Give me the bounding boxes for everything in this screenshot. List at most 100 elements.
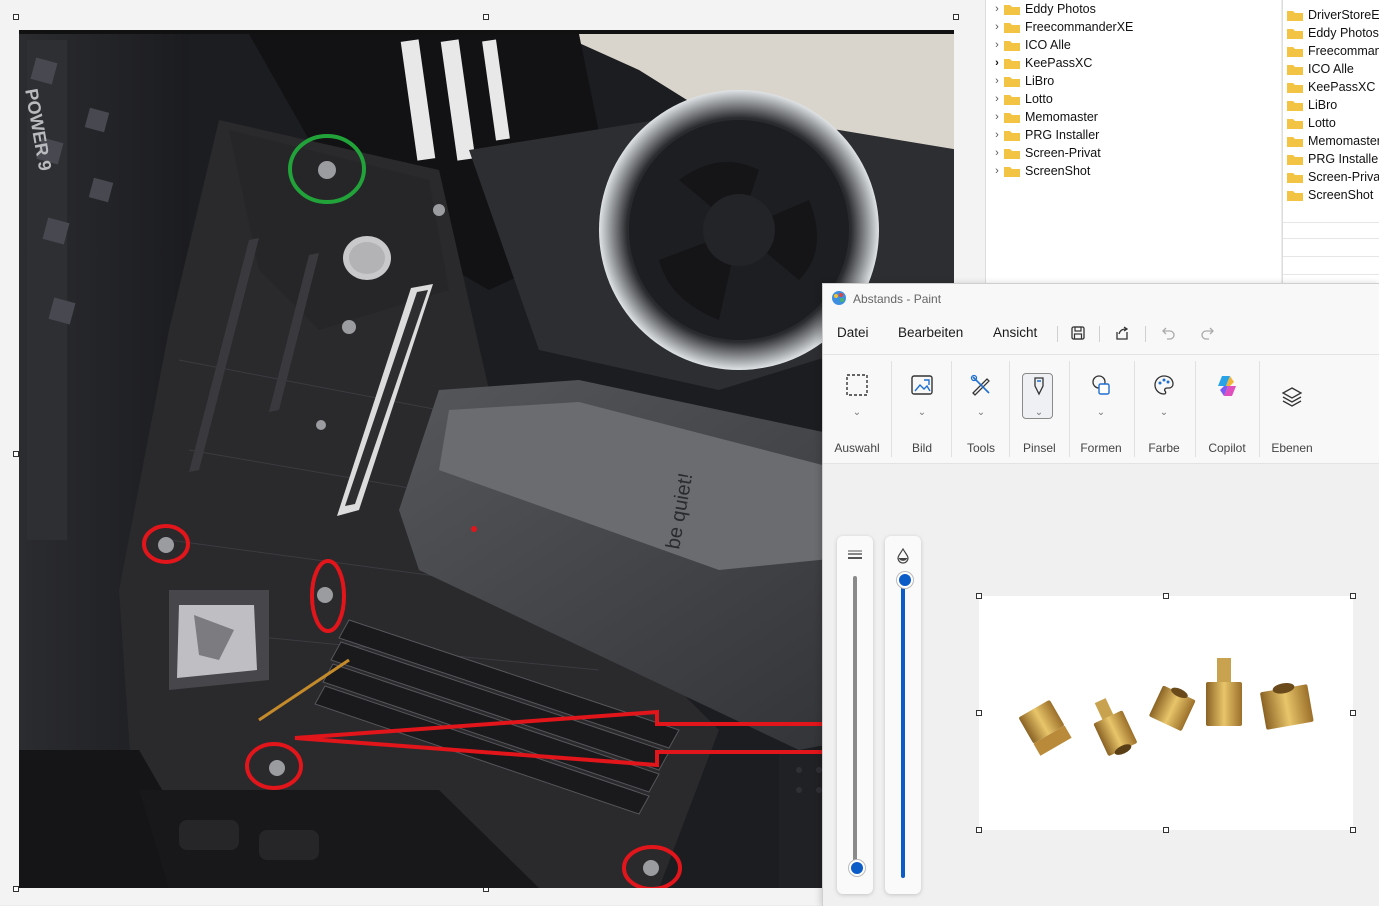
list-item[interactable]: Eddy Photos [1287, 24, 1379, 42]
opacity-track[interactable] [901, 578, 905, 878]
resize-handle[interactable] [13, 14, 19, 20]
palette-icon[interactable] [1141, 373, 1187, 397]
menu-bar: Datei Bearbeiten Ansicht [823, 318, 1379, 348]
folder-icon [1004, 21, 1020, 33]
resize-handle[interactable] [1350, 593, 1356, 599]
menu-file[interactable]: Datei [837, 318, 869, 348]
list-item[interactable]: DriverStoreEx [1287, 6, 1379, 24]
list-item-label: ICO Alle [1308, 62, 1354, 76]
resize-handle[interactable] [1350, 827, 1356, 833]
save-icon[interactable] [1066, 322, 1090, 344]
divider [1283, 238, 1379, 239]
shapes-label: Formen [1080, 441, 1122, 455]
share-icon[interactable] [1110, 322, 1134, 344]
motherboard-photo: POWER 9 be quiet! [19, 30, 954, 888]
list-item[interactable]: Freecommand [1287, 42, 1379, 60]
list-item-label: Memomaster [1308, 134, 1379, 148]
chevron-right-icon[interactable]: › [990, 129, 1004, 141]
shapes-group[interactable]: ⌄ Formen [1077, 355, 1125, 463]
tools-icon[interactable] [959, 373, 1003, 397]
tools-group[interactable]: ⌄ Tools [959, 355, 1003, 463]
chevron-right-icon[interactable]: › [990, 3, 1004, 15]
menu-edit[interactable]: Bearbeiten [898, 318, 963, 348]
list-item[interactable]: PRG Installer [1287, 150, 1379, 168]
resize-handle[interactable] [976, 593, 982, 599]
brush-size-slider-knob[interactable] [849, 860, 865, 876]
selection-icon[interactable] [829, 373, 885, 397]
chevron-right-icon[interactable]: › [990, 93, 1004, 105]
explorer-tree-panel: › Eddy Photos › FreecommanderXE › ICO Alle … [985, 0, 1281, 283]
brush-group[interactable]: ⌄ Pinsel [1022, 355, 1056, 463]
tree-item[interactable]: › LiBro [990, 72, 1054, 90]
divider [1099, 326, 1100, 342]
copilot-icon[interactable] [1201, 373, 1253, 399]
selection-group[interactable]: ⌄ Auswahl [829, 355, 885, 463]
chevron-right-icon[interactable]: › [990, 165, 1004, 177]
tree-item[interactable]: › Eddy Photos [990, 0, 1096, 18]
standoffs-image[interactable] [979, 596, 1353, 830]
image-icon[interactable] [899, 373, 945, 397]
tree-item[interactable]: › FreecommanderXE [990, 18, 1133, 36]
chevron-right-icon[interactable]: › [990, 57, 1004, 69]
tree-item[interactable]: › KeePassXC [990, 54, 1092, 72]
chevron-right-icon[interactable]: › [990, 75, 1004, 87]
color-group[interactable]: ⌄ Farbe [1141, 355, 1187, 463]
folder-icon [1004, 147, 1020, 159]
tree-item[interactable]: › ScreenShot [990, 162, 1090, 180]
chevron-right-icon[interactable]: › [990, 21, 1004, 33]
folder-icon [1004, 75, 1020, 87]
tree-item-label: Lotto [1025, 92, 1053, 106]
layers-icon[interactable] [1267, 385, 1317, 409]
divider [1057, 326, 1058, 342]
resize-handle[interactable] [953, 14, 959, 20]
copilot-group[interactable]: Copilot [1201, 355, 1253, 463]
image-group[interactable]: ⌄ Bild [899, 355, 945, 463]
resize-handle[interactable] [976, 827, 982, 833]
list-item[interactable]: ICO Alle [1287, 60, 1354, 78]
list-item[interactable]: Lotto [1287, 114, 1336, 132]
list-item[interactable]: Screen-Privat [1287, 168, 1379, 186]
chevron-down-icon[interactable]: ⌄ [1023, 407, 1055, 418]
list-item[interactable]: LiBro [1287, 96, 1337, 114]
menu-view[interactable]: Ansicht [993, 318, 1037, 348]
list-item[interactable]: ScreenShot [1287, 186, 1373, 204]
chevron-down-icon[interactable]: ⌄ [829, 407, 885, 418]
resize-handle[interactable] [976, 710, 982, 716]
brush-size-track[interactable] [853, 576, 857, 866]
layers-group[interactable]: Ebenen [1267, 355, 1317, 463]
resize-handle[interactable] [1163, 827, 1169, 833]
chevron-down-icon[interactable]: ⌄ [959, 407, 1003, 418]
chevron-right-icon[interactable]: › [990, 111, 1004, 123]
undo-icon[interactable] [1156, 322, 1180, 344]
list-item-label: KeePassXC [1308, 80, 1376, 94]
tree-item[interactable]: › Memomaster [990, 108, 1098, 126]
resize-handle[interactable] [483, 14, 489, 20]
list-item[interactable]: KeePassXC [1287, 78, 1375, 96]
folder-icon [1287, 171, 1303, 183]
chevron-down-icon[interactable]: ⌄ [1077, 407, 1125, 418]
tree-item[interactable]: › ICO Alle [990, 36, 1071, 54]
title-bar: Abstands - Paint [823, 284, 1379, 314]
chevron-right-icon[interactable]: › [990, 39, 1004, 51]
resize-handle[interactable] [1350, 710, 1356, 716]
tree-item[interactable]: › Screen-Privat [990, 144, 1101, 162]
divider [1134, 361, 1135, 457]
opacity-slider-panel [885, 536, 921, 894]
brush-icon[interactable] [1023, 375, 1055, 397]
chevron-down-icon[interactable]: ⌄ [1141, 407, 1187, 418]
folder-icon [1287, 153, 1303, 165]
shapes-icon[interactable] [1077, 373, 1125, 397]
tree-item-label: PRG Installer [1025, 128, 1100, 142]
folder-icon [1004, 93, 1020, 105]
list-item[interactable]: Memomaster [1287, 132, 1379, 150]
tools-label: Tools [966, 441, 995, 455]
redo-icon[interactable] [1196, 322, 1220, 344]
tree-item[interactable]: › PRG Installer [990, 126, 1099, 144]
tree-item[interactable]: › Lotto [990, 90, 1053, 108]
folder-icon [1287, 9, 1303, 21]
chevron-right-icon[interactable]: › [990, 147, 1004, 159]
resize-handle[interactable] [1163, 593, 1169, 599]
folder-icon [1004, 165, 1020, 177]
opacity-slider-knob[interactable] [897, 572, 913, 588]
chevron-down-icon[interactable]: ⌄ [899, 407, 945, 418]
